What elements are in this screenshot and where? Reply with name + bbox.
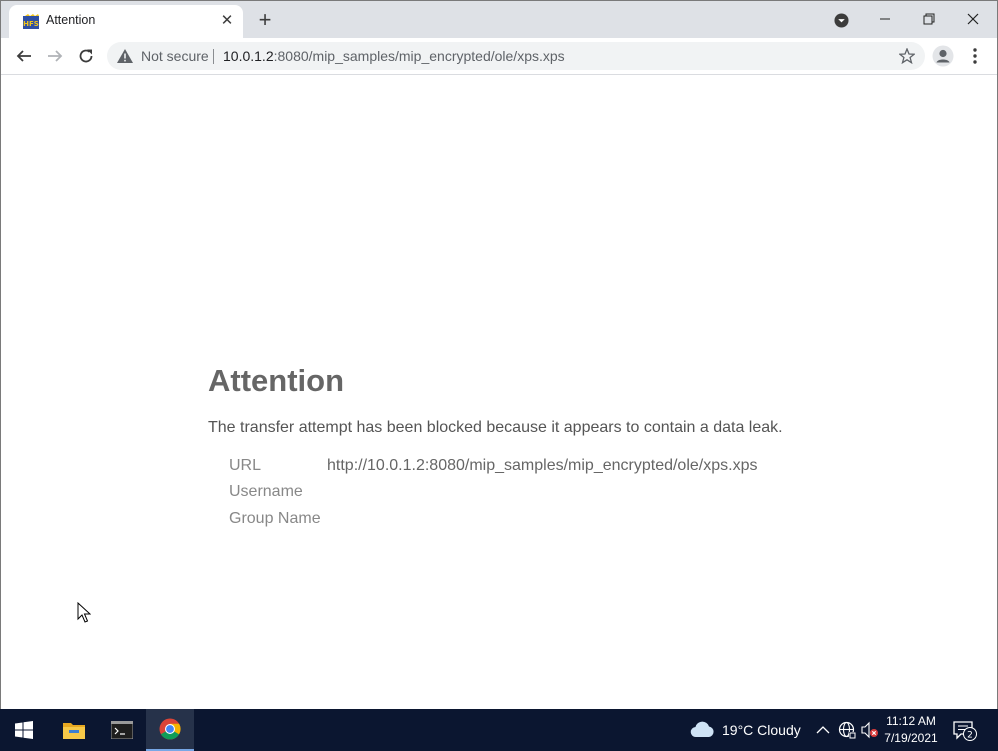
globe-network-icon <box>838 721 856 739</box>
detail-value-url: http://10.0.1.2:8080/mip_samples/mip_enc… <box>327 457 758 474</box>
chevron-up-icon <box>816 726 830 734</box>
show-hidden-icons-button[interactable] <box>816 721 830 739</box>
chrome-icon <box>159 718 181 740</box>
url-text[interactable]: 10.0.1.2:8080/mip_samples/mip_encrypted/… <box>223 48 565 64</box>
close-window-button[interactable] <box>951 5 995 33</box>
detail-label-username: Username <box>229 483 303 500</box>
more-menu-icon[interactable] <box>967 46 983 66</box>
taskbar-terminal[interactable] <box>98 709 146 751</box>
bookmark-star-icon[interactable] <box>899 48 915 64</box>
restore-icon <box>923 13 935 25</box>
terminal-icon <box>111 721 133 739</box>
security-status[interactable]: Not secure <box>141 48 209 64</box>
tab-strip: HFS Attention ✕ + <box>1 1 997 38</box>
block-message: The transfer attempt has been blocked be… <box>208 419 783 436</box>
page-heading: Attention <box>208 363 345 398</box>
tab-attention[interactable]: HFS Attention ✕ <box>9 5 243 38</box>
minimize-button[interactable] <box>863 5 907 33</box>
clock-date: 7/19/2021 <box>884 731 938 745</box>
omnibox-divider <box>213 49 214 64</box>
close-icon <box>967 13 979 25</box>
svg-text:HFS: HFS <box>23 20 39 28</box>
arrow-left-icon <box>16 50 31 62</box>
volume-status[interactable] <box>861 721 879 739</box>
warning-icon[interactable] <box>117 49 133 63</box>
weather-text[interactable]: 19°C Cloudy <box>722 722 801 738</box>
hfs-favicon-icon: HFS <box>23 14 39 29</box>
url-host: 10.0.1.2 <box>223 48 274 64</box>
taskbar: 19°C Cloudy 11:12 AM 7/19/2021 2 <box>0 709 998 751</box>
tab-close-icon[interactable]: ✕ <box>219 13 235 29</box>
arrow-right-icon <box>48 50 63 62</box>
notification-count: 2 <box>967 731 973 741</box>
detail-label-group-name: Group Name <box>229 510 321 527</box>
cloud-weather-icon[interactable] <box>690 720 714 738</box>
folder-icon <box>63 723 85 739</box>
address-bar[interactable]: Not secure 10.0.1.2:8080/mip_samples/mip… <box>107 42 925 70</box>
page-content: Attention The transfer attempt has been … <box>2 75 997 710</box>
minimize-icon <box>880 18 890 20</box>
reload-button[interactable] <box>75 45 97 67</box>
taskbar-file-explorer[interactable] <box>50 709 98 751</box>
restore-button[interactable] <box>907 5 951 33</box>
notification-center-icon[interactable]: 2 <box>953 721 977 741</box>
tab-title: Attention <box>46 13 96 27</box>
mouse-cursor-icon <box>77 602 91 623</box>
browser-toolbar: Not secure 10.0.1.2:8080/mip_samples/mip… <box>1 38 997 75</box>
detail-label-url: URL <box>229 457 262 474</box>
tab-search-icon[interactable] <box>834 13 849 28</box>
forward-button[interactable] <box>44 45 66 67</box>
taskbar-chrome[interactable] <box>146 709 194 751</box>
system-clock[interactable]: 11:12 AM 7/19/2021 <box>880 713 942 747</box>
start-button[interactable] <box>0 709 48 751</box>
windows-logo-icon <box>15 721 33 739</box>
network-status[interactable] <box>838 721 856 739</box>
back-button[interactable] <box>13 45 35 67</box>
new-tab-button[interactable]: + <box>255 9 275 31</box>
volume-muted-icon <box>861 721 878 739</box>
url-path: :8080/mip_samples/mip_encrypted/ole/xps.… <box>273 48 565 64</box>
profile-avatar-icon[interactable] <box>932 45 954 67</box>
clock-time: 11:12 AM <box>886 714 936 728</box>
reload-icon <box>79 49 93 63</box>
browser-window: HFS Attention ✕ + Not secure 10.0.1.2:80… <box>0 0 998 710</box>
